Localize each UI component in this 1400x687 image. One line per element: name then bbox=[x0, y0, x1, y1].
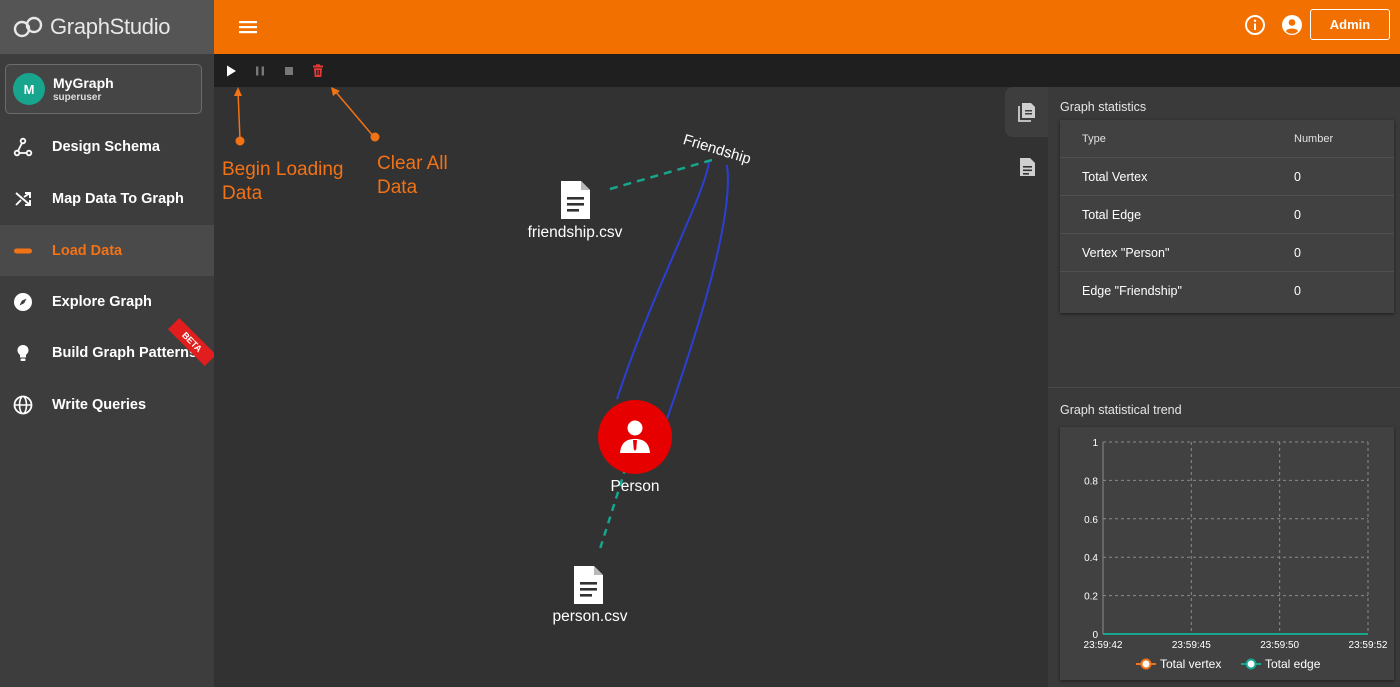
top-bar: Admin bbox=[214, 0, 1400, 54]
legend-label: Total edge bbox=[1265, 657, 1321, 671]
graph-canvas[interactable]: Begin Loading Data Clear All Data Friend… bbox=[214, 87, 1048, 687]
y-tick-label: 0.8 bbox=[1084, 476, 1098, 487]
legend-label: Total vertex bbox=[1160, 657, 1221, 671]
delete-icon bbox=[313, 64, 323, 77]
play-icon bbox=[227, 65, 236, 77]
file-icon[interactable] bbox=[561, 181, 590, 219]
file-label: friendship.csv bbox=[527, 224, 623, 241]
graph-avatar: M bbox=[13, 73, 45, 105]
friendship-file-link bbox=[609, 158, 713, 191]
sidebar-item-label: Build Graph Patterns bbox=[52, 344, 198, 361]
pause-loading-button[interactable] bbox=[251, 62, 269, 80]
sidebar-item-explore-graph[interactable]: Explore Graph bbox=[0, 276, 214, 327]
y-tick-label: 0.4 bbox=[1084, 553, 1098, 564]
trend-chart: 00.20.40.60.8123:59:42 23:59:45 23:59:50 23… bbox=[1084, 438, 1388, 671]
file-label: person.csv bbox=[552, 608, 628, 625]
table-row: Edge "Friendship" 0 bbox=[1082, 284, 1301, 298]
sidebar-item-label: Explore Graph bbox=[52, 293, 152, 310]
right-panel: Graph statistics Type Number Total Verte… bbox=[1048, 87, 1400, 687]
graphstudio-logo-icon bbox=[13, 16, 43, 38]
x-tick-label: 23:59:45 bbox=[1172, 640, 1211, 651]
clear-all-data-button[interactable] bbox=[309, 62, 327, 80]
sidebar-item-label: Map Data To Graph bbox=[52, 190, 184, 207]
sidebar-item-label: Design Schema bbox=[52, 138, 160, 155]
legend-marker bbox=[1245, 658, 1257, 670]
pause-icon bbox=[256, 66, 264, 76]
y-tick-label: 1 bbox=[1092, 438, 1098, 449]
files-icon bbox=[1017, 103, 1035, 122]
table-row: Vertex "Person" 0 bbox=[1060, 234, 1394, 272]
shuffle-icon bbox=[12, 188, 34, 210]
stats-title: Graph statistics bbox=[1060, 100, 1147, 114]
load-toolbar bbox=[214, 54, 1400, 87]
file-icon[interactable] bbox=[574, 566, 603, 604]
tab-data-sources[interactable] bbox=[1005, 87, 1048, 137]
graph-name: MyGraph bbox=[53, 75, 114, 91]
x-tick-label: 23:59:50 bbox=[1260, 640, 1299, 651]
annotation-arrow-clear bbox=[331, 87, 380, 142]
graph-user: superuser bbox=[53, 92, 102, 103]
stats-table: Type Number Total Vertex 0 Total Edge 0 Ve… bbox=[1060, 120, 1394, 313]
annotation-arrow-begin bbox=[234, 87, 245, 146]
person-vertex[interactable] bbox=[598, 400, 672, 474]
tab-file-details[interactable] bbox=[1005, 142, 1048, 192]
document-icon bbox=[1019, 158, 1035, 176]
account-button[interactable] bbox=[1281, 14, 1303, 36]
table-header: Type Number bbox=[1060, 120, 1394, 158]
logo-text: GraphStudio bbox=[50, 14, 171, 39]
begin-loading-annotation: Begin Loading Data bbox=[222, 159, 344, 204]
trend-chart-box: 0 0.2 0.4 0.6 0.8 1 23:59:42 23:59:45 23:59:50 23… bbox=[1060, 427, 1394, 680]
sidebar-item-load-data[interactable]: Load Data bbox=[0, 225, 214, 276]
info-icon bbox=[1245, 15, 1265, 35]
x-tick-label: 23:59:42 bbox=[1084, 640, 1123, 651]
account-icon bbox=[1282, 15, 1302, 35]
x-tick-label: 23:59:52 bbox=[1349, 640, 1388, 651]
sidebar-item-write-queries[interactable]: Write Queries bbox=[0, 379, 214, 430]
sidebar-item-label: Write Queries bbox=[52, 396, 147, 413]
hamburger-icon bbox=[239, 21, 257, 34]
legend-marker bbox=[1140, 658, 1152, 670]
sidebar-item-design-schema[interactable]: Design Schema bbox=[0, 121, 214, 172]
clear-data-annotation: Clear All Data bbox=[377, 153, 448, 198]
logo[interactable]: GraphStudio bbox=[0, 0, 214, 54]
graph-selector[interactable]: M MyGraph superuser bbox=[5, 64, 202, 114]
table-row: Total Vertex 0 bbox=[1060, 158, 1394, 196]
table-row: Total Edge 0 bbox=[1060, 196, 1394, 234]
sidebar-item-label: Load Data bbox=[52, 242, 123, 259]
vertex-label: Person bbox=[610, 478, 660, 495]
stop-loading-button[interactable] bbox=[280, 62, 298, 80]
info-button[interactable] bbox=[1244, 14, 1266, 36]
friendship-edge-return[interactable] bbox=[666, 164, 729, 420]
start-loading-button[interactable] bbox=[222, 62, 240, 80]
y-tick-label: 0.6 bbox=[1084, 515, 1098, 526]
trend-title: Graph statistical trend bbox=[1060, 403, 1182, 417]
side-tabs bbox=[1005, 87, 1048, 227]
y-tick-label: 0.2 bbox=[1084, 592, 1098, 603]
admin-button[interactable]: Admin bbox=[1310, 9, 1390, 40]
stop-icon bbox=[285, 67, 293, 75]
sidebar-item-map-data[interactable]: Map Data To Graph bbox=[0, 173, 214, 224]
sidebar: GraphStudio M MyGraph superuser Design S… bbox=[0, 0, 217, 687]
globe-icon bbox=[12, 394, 34, 416]
menu-button[interactable] bbox=[236, 15, 260, 39]
friendship-edge[interactable] bbox=[616, 161, 710, 400]
panel-divider bbox=[1048, 387, 1400, 388]
design-schema-icon bbox=[12, 136, 34, 158]
load-data-icon bbox=[12, 240, 34, 262]
lightbulb-icon bbox=[12, 342, 34, 364]
compass-icon bbox=[12, 291, 34, 313]
app-window: GraphStudio M MyGraph superuser Design S… bbox=[0, 0, 1400, 687]
